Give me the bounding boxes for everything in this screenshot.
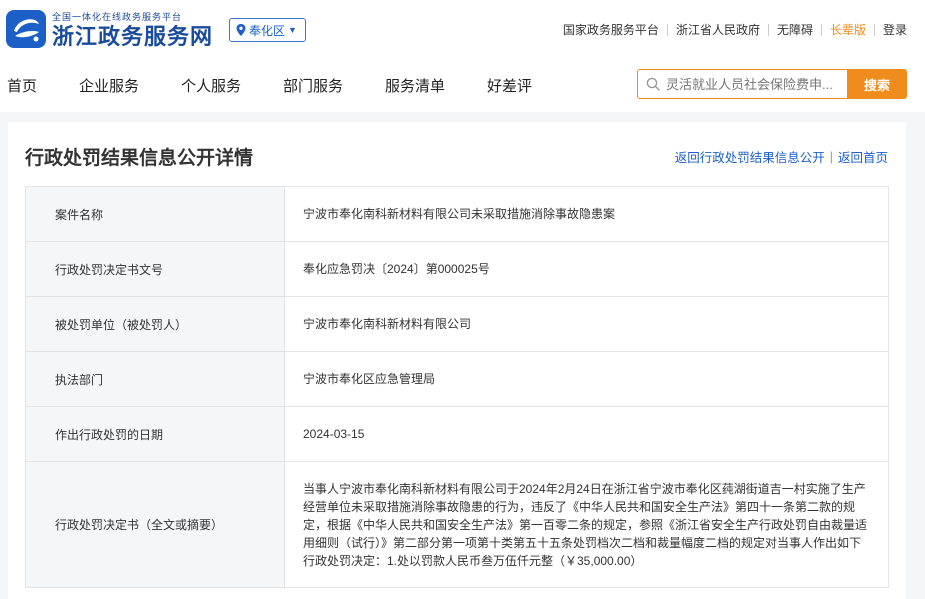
field-label: 行政处罚决定书文号 — [25, 241, 285, 297]
provincial-government-link[interactable]: 浙江省人民政府 — [676, 21, 760, 38]
location-pin-icon — [236, 24, 246, 36]
back-to-home-link[interactable]: 返回首页 — [838, 147, 888, 166]
field-value: 2024-03-15 — [284, 406, 889, 462]
divider: | — [829, 149, 833, 164]
nav-home[interactable]: 首页 — [7, 75, 37, 96]
detail-card: 行政处罚结果信息公开详情 返回行政处罚结果信息公开 | 返回首页 案件名称 宁波… — [8, 122, 906, 599]
elder-mode-link[interactable]: 长辈版 — [830, 21, 866, 38]
table-row: 被处罚单位（被处罚人） 宁波市奉化南科新材料有限公司 — [25, 296, 889, 352]
caret-down-icon: ▼ — [288, 25, 297, 35]
field-label: 作出行政处罚的日期 — [25, 406, 285, 462]
card-links: 返回行政处罚结果信息公开 | 返回首页 — [675, 147, 888, 166]
national-platform-link[interactable]: 国家政务服务平台 — [563, 21, 659, 38]
divider — [820, 23, 822, 36]
table-row: 案件名称 宁波市奉化南科新材料有限公司未采取措施消除事故隐患案 — [25, 186, 889, 242]
login-link[interactable]: 登录 — [883, 21, 907, 38]
field-value: 奉化应急罚决〔2024〕第000025号 — [284, 241, 889, 297]
zhejiang-logo-icon[interactable] — [6, 10, 46, 48]
divider — [767, 23, 769, 36]
back-to-list-link[interactable]: 返回行政处罚结果信息公开 — [675, 147, 825, 166]
table-row: 行政处罚决定书（全文或摘要） 当事人宁波市奉化南科新材料有限公司于2024年2月… — [25, 461, 889, 588]
search-box[interactable] — [637, 69, 848, 99]
region-label: 奉化区 — [249, 23, 286, 38]
detail-table: 案件名称 宁波市奉化南科新材料有限公司未采取措施消除事故隐患案 行政处罚决定书文… — [25, 186, 889, 588]
nav-enterprise[interactable]: 企业服务 — [79, 75, 139, 96]
field-value: 当事人宁波市奉化南科新材料有限公司于2024年2月24日在浙江省宁波市奉化区莼湖… — [284, 461, 889, 588]
search-input[interactable] — [666, 76, 846, 92]
region-selector[interactable]: 奉化区 ▼ — [229, 18, 306, 42]
field-label: 案件名称 — [25, 186, 285, 242]
top-header: 全国一体化在线政务服务平台 浙江政务服务网 奉化区 ▼ 国家政务服务平台 浙江省… — [0, 0, 925, 60]
field-value: 宁波市奉化区应急管理局 — [284, 351, 889, 407]
logo-title: 浙江政务服务网 — [52, 24, 214, 50]
field-label: 执法部门 — [25, 351, 285, 407]
field-label: 被处罚单位（被处罚人） — [25, 296, 285, 352]
nav-service-list[interactable]: 服务清单 — [385, 75, 445, 96]
nav-evaluation[interactable]: 好差评 — [487, 75, 532, 96]
nav-department[interactable]: 部门服务 — [283, 75, 343, 96]
logo-subtitle: 全国一体化在线政务服务平台 — [52, 12, 183, 22]
field-value: 宁波市奉化南科新材料有限公司未采取措施消除事故隐患案 — [284, 186, 889, 242]
field-value: 宁波市奉化南科新材料有限公司 — [284, 296, 889, 352]
divider — [873, 23, 875, 36]
field-label: 行政处罚决定书（全文或摘要） — [25, 461, 285, 588]
table-row: 行政处罚决定书文号 奉化应急罚决〔2024〕第000025号 — [25, 241, 889, 297]
table-row: 执法部门 宁波市奉化区应急管理局 — [25, 351, 889, 407]
divider — [666, 23, 668, 36]
search-button[interactable]: 搜索 — [847, 69, 907, 99]
table-row: 作出行政处罚的日期 2024-03-15 — [25, 406, 889, 462]
accessibility-link[interactable]: 无障碍 — [777, 21, 813, 38]
top-links: 国家政务服务平台 浙江省人民政府 无障碍 长辈版 登录 — [563, 21, 907, 38]
nav-personal[interactable]: 个人服务 — [181, 75, 241, 96]
page-title: 行政处罚结果信息公开详情 — [25, 148, 254, 169]
site-logo-text[interactable]: 全国一体化在线政务服务平台 浙江政务服务网 — [52, 10, 213, 49]
search-icon — [646, 77, 660, 91]
